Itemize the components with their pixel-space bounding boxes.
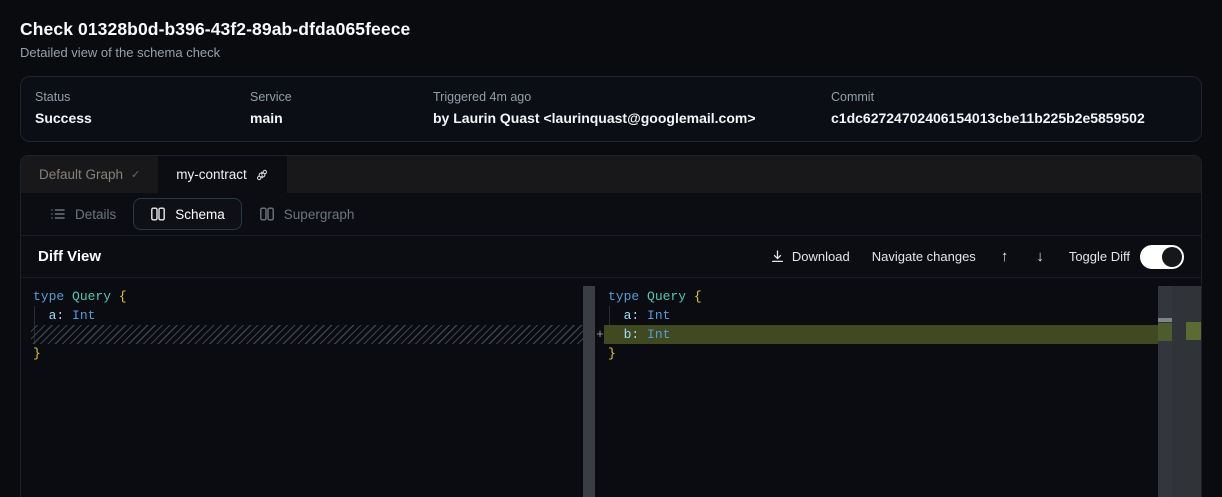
code-line: type Query { (608, 287, 1201, 306)
summary-commit: Commit c1dc62724702406154013cbe11b225b2e… (831, 90, 1187, 126)
status-value: Success (35, 110, 250, 126)
download-button[interactable]: Download (770, 249, 850, 264)
token: Int (639, 308, 670, 323)
token: a: (33, 308, 64, 323)
view-tab-bar: Details Schema Supergraph (21, 193, 1201, 235)
tab-supergraph[interactable]: Supergraph (242, 198, 372, 230)
toggle-diff-group: Toggle Diff (1069, 245, 1184, 269)
switch-knob (1162, 247, 1182, 267)
scrollbar[interactable] (583, 286, 595, 497)
columns-icon (150, 206, 166, 222)
summary-status: Status Success (35, 90, 250, 126)
code-line: a: Int (608, 306, 1201, 325)
git-compare-icon (255, 168, 269, 182)
diff-toolbar-controls: Download Navigate changes ↑ ↓ Toggle Dif… (770, 245, 1184, 269)
check-summary-card: Status Success Service main Triggered 4m… (20, 76, 1202, 142)
token: { (694, 289, 702, 304)
diff-editor: type Query { a: Int } + type Query { a: … (21, 278, 1201, 497)
minimap-added-marker (1186, 322, 1201, 340)
token: } (33, 346, 41, 361)
code-line: } (608, 344, 1201, 363)
triggered-value: by Laurin Quast <laurinquast@googlemail.… (433, 110, 831, 126)
status-label: Status (35, 90, 250, 104)
default-graph-label: Default Graph (39, 167, 123, 182)
scrollbar-viewport-band (1158, 318, 1172, 322)
navigate-changes-label: Navigate changes (872, 249, 976, 264)
diff-pane-modified[interactable]: type Query { a: Int b: Int } (604, 278, 1201, 497)
service-value: main (250, 110, 433, 126)
token: { (119, 289, 127, 304)
scrollbar-added-marker (1158, 323, 1172, 341)
scrollbar[interactable] (1158, 286, 1172, 497)
code-line: } (33, 344, 595, 363)
code-line: a: Int (33, 306, 595, 325)
arrow-down-icon: ↓ (1036, 248, 1044, 265)
triggered-label: Triggered 4m ago (433, 90, 831, 104)
tab-details[interactable]: Details (33, 198, 133, 230)
token: type (608, 289, 647, 304)
tab-schema[interactable]: Schema (133, 198, 242, 230)
token: Query (72, 289, 119, 304)
navigate-changes-button[interactable]: Navigate changes (872, 249, 976, 264)
summary-service: Service main (250, 90, 433, 126)
page-subtitle: Detailed view of the schema check (20, 45, 1202, 60)
token: Query (647, 289, 694, 304)
diff-view-title: Diff View (38, 248, 101, 265)
arrow-up-icon: ↑ (1001, 248, 1009, 265)
download-icon (770, 249, 785, 264)
toggle-diff-switch[interactable] (1140, 245, 1184, 269)
page-title: Check 01328b0d-b396-43f2-89ab-dfda065fee… (20, 19, 1202, 40)
minimap[interactable] (1172, 286, 1201, 497)
code-line: type Query { (33, 287, 595, 306)
diff-toolbar: Diff View Download Navigate changes ↑ ↓ (21, 235, 1201, 278)
my-contract-label: my-contract (176, 167, 247, 182)
token: a: (608, 308, 639, 323)
code-line-spacer (33, 325, 595, 344)
summary-triggered: Triggered 4m ago by Laurin Quast <laurin… (433, 90, 831, 126)
next-change-button[interactable]: ↓ (1033, 248, 1047, 265)
code-line-added: b: Int (608, 325, 1201, 344)
commit-label: Commit (831, 90, 1187, 104)
check-icon: ✓ (131, 168, 140, 181)
token: Int (64, 308, 95, 323)
commit-value: c1dc62724702406154013cbe11b225b2e5859502 (831, 110, 1187, 126)
tab-schema-label: Schema (175, 207, 225, 222)
previous-change-button[interactable]: ↑ (998, 248, 1012, 265)
tab-supergraph-label: Supergraph (284, 207, 355, 222)
graph-tab-bar: Default Graph ✓ my-contract (21, 156, 1201, 193)
service-label: Service (250, 90, 433, 104)
check-detail-panel: Default Graph ✓ my-contract Detai (20, 155, 1202, 497)
token: b: (608, 327, 639, 342)
code-column: type Query { a: Int } (33, 287, 595, 363)
token: Int (639, 327, 670, 342)
tab-my-contract[interactable]: my-contract (158, 156, 287, 193)
page-header: Check 01328b0d-b396-43f2-89ab-dfda065fee… (0, 0, 1222, 60)
columns-icon (259, 206, 275, 222)
token: type (33, 289, 72, 304)
diff-added-plus-sign: + (593, 325, 607, 344)
list-icon (50, 206, 66, 222)
tab-details-label: Details (75, 207, 116, 222)
toggle-diff-label: Toggle Diff (1069, 249, 1130, 264)
token: } (608, 346, 616, 361)
download-label: Download (792, 249, 850, 264)
diff-pane-original[interactable]: type Query { a: Int } (21, 278, 595, 497)
tab-default-graph[interactable]: Default Graph ✓ (21, 156, 158, 193)
code-column: type Query { a: Int b: Int } (608, 287, 1201, 363)
